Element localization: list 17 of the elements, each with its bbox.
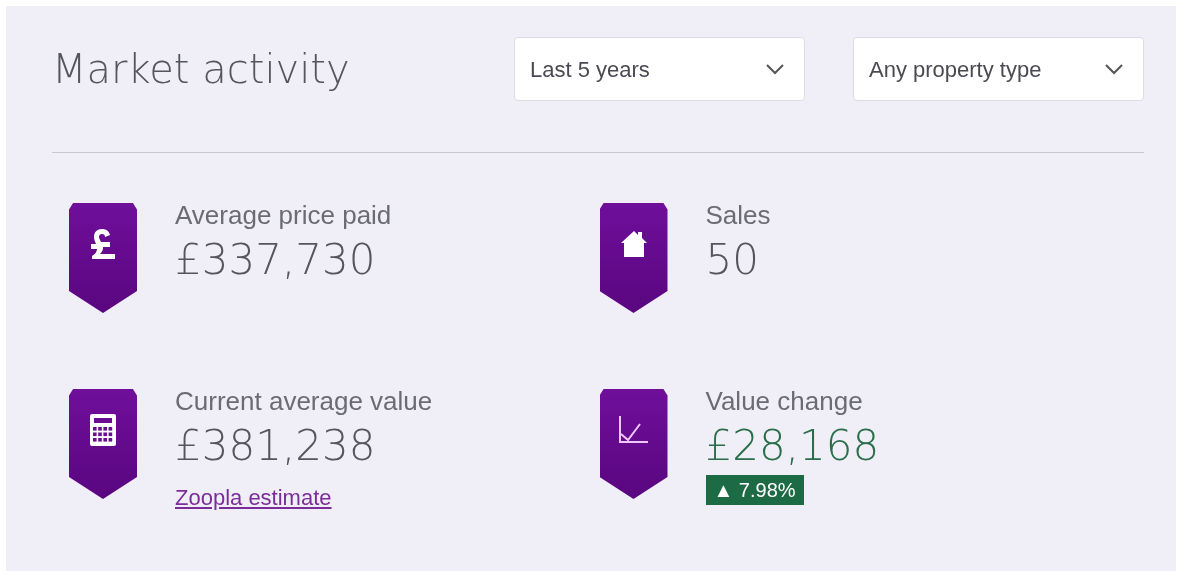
stat-value: £381,238 [175,420,377,472]
change-badge: ▲ 7.98% [705,475,804,505]
section-title: Market activity [52,45,351,93]
chevron-down-icon [1105,63,1123,75]
stat-value: £337,730 [175,234,377,286]
stat-value: £28,168 [705,420,880,472]
filter-dropdown[interactable]: Last 5 years [514,37,805,101]
pound-icon [88,226,118,262]
chevron-down-icon [766,63,784,75]
stat-label: Value change [705,385,864,417]
stat-label: Average price paid [175,199,392,231]
filter-dropdown[interactable]: Any property type [853,37,1144,101]
estimate-link[interactable]: Zoopla estimate [175,481,433,514]
calculator-icon [89,413,117,447]
stat-label: Sales [705,199,771,231]
stat-label: Current average value [175,385,433,417]
stat-value: 50 [705,234,760,286]
